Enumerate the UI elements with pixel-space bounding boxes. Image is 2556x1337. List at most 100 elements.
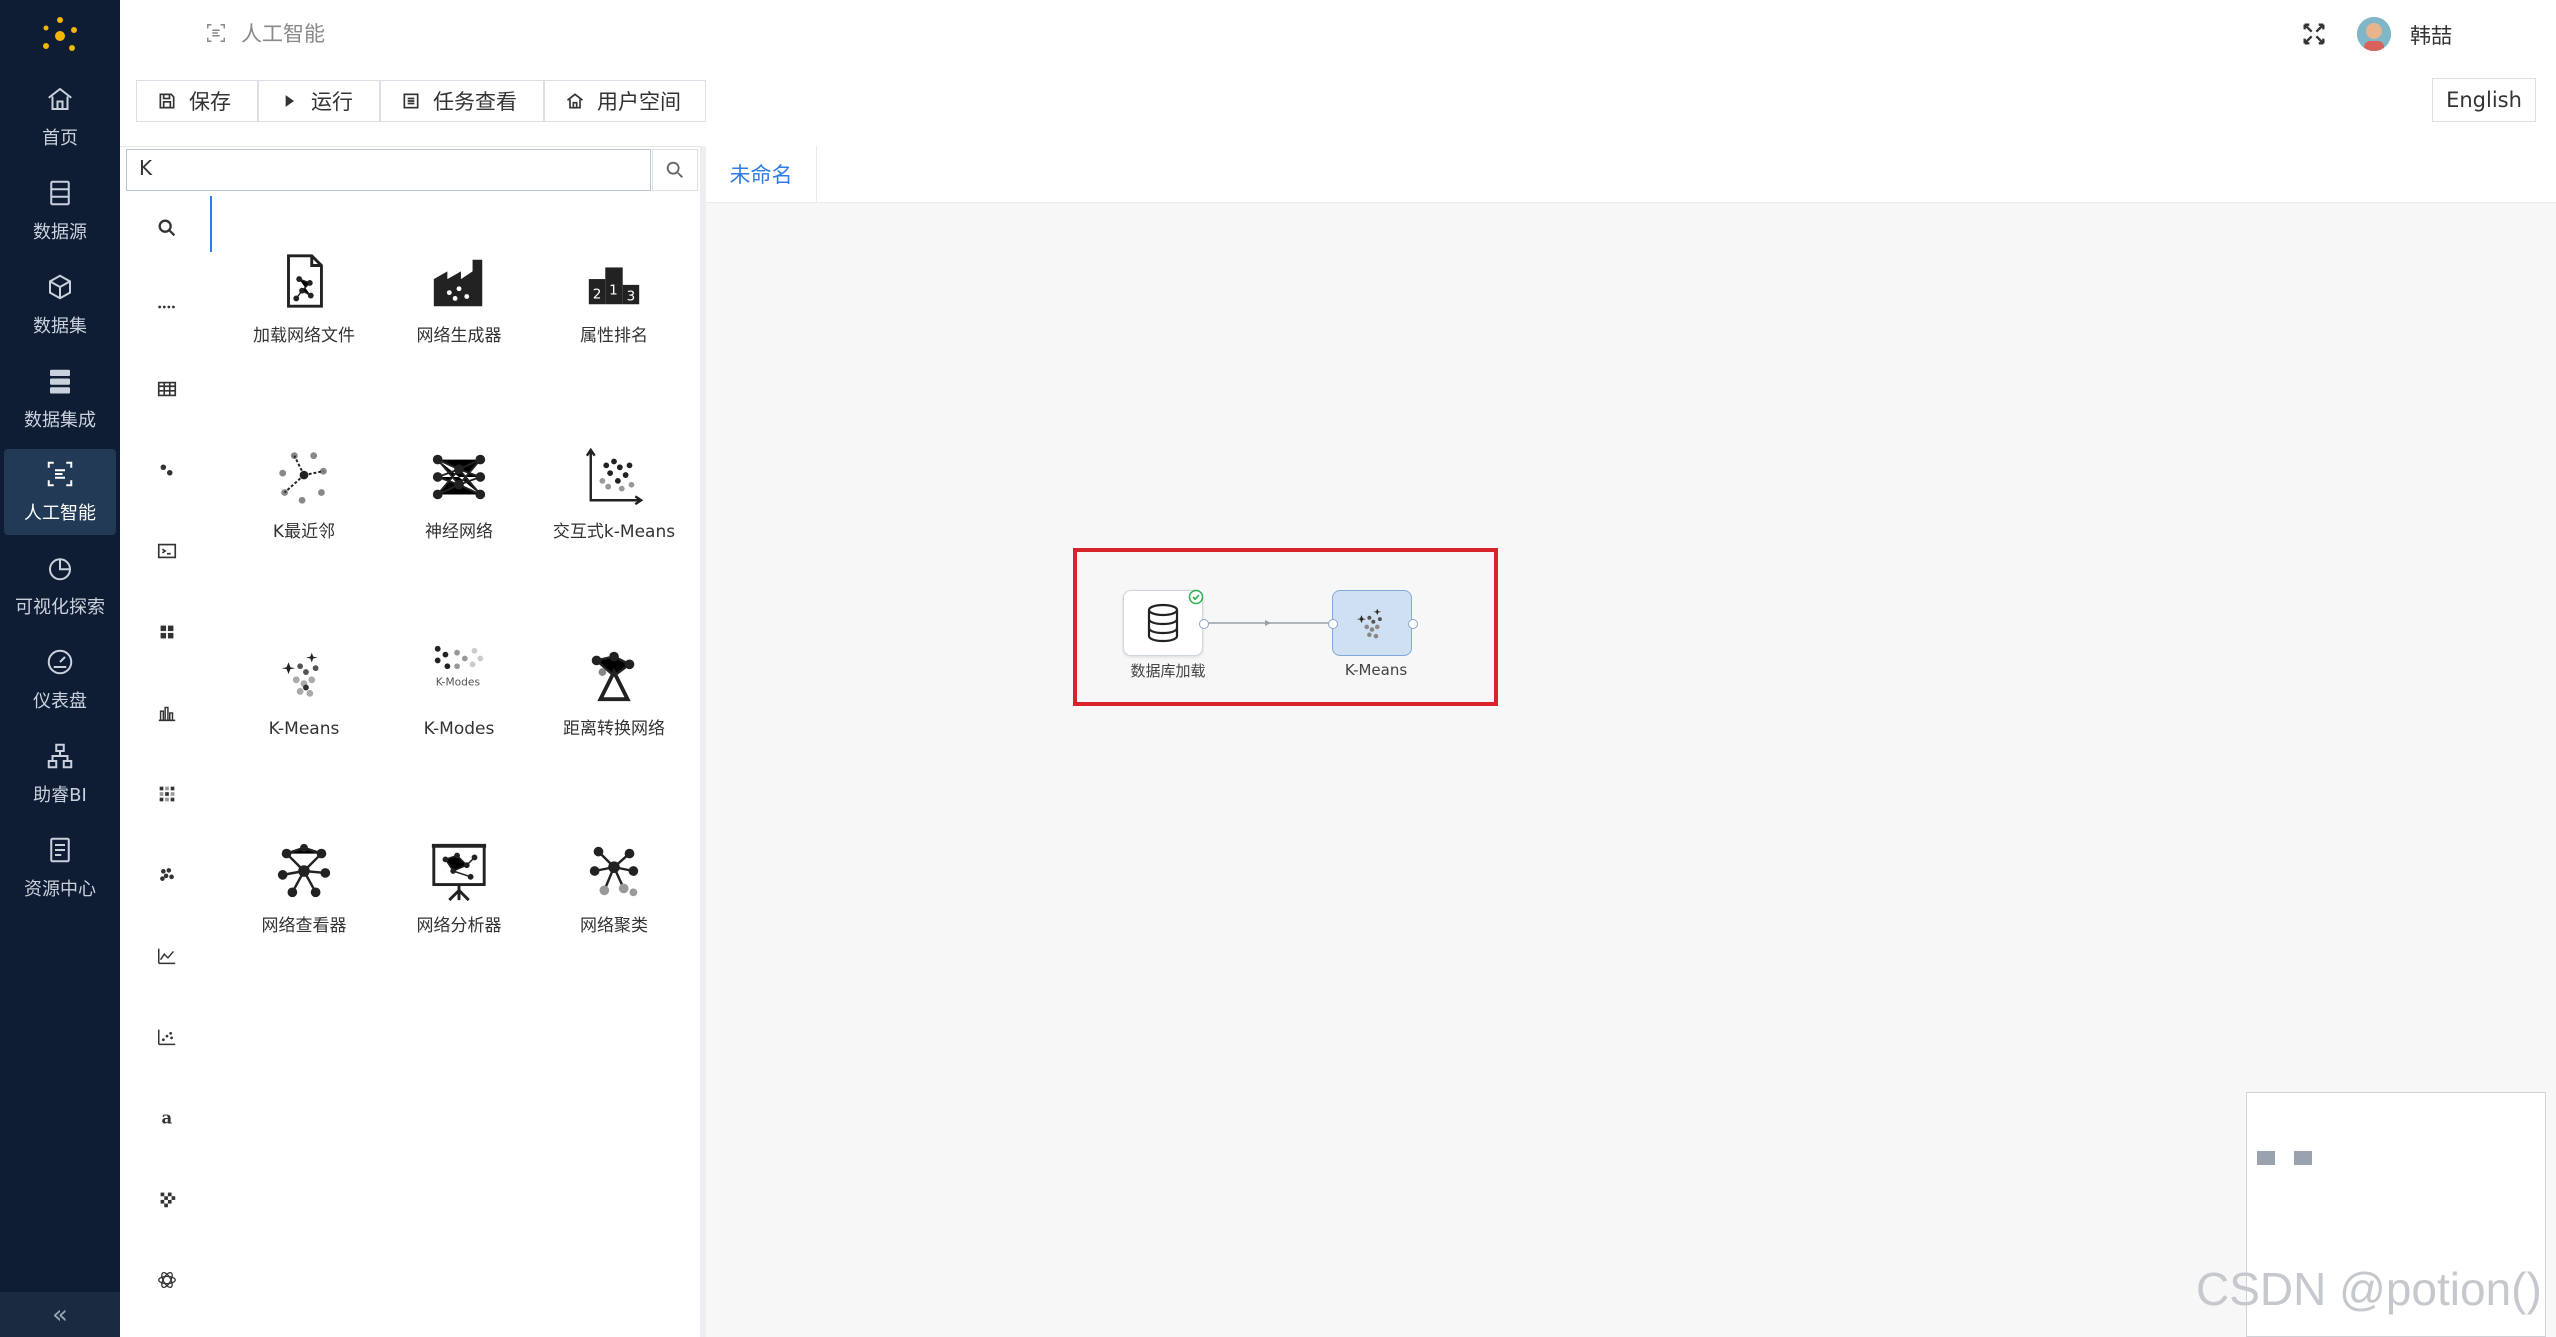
nav-item-ai[interactable]: 人工智能 — [4, 449, 116, 535]
widget-label: 网络查看器 — [261, 916, 347, 936]
node-kmeans[interactable] — [1332, 590, 1412, 656]
nav-label: 数据源 — [33, 222, 87, 243]
fullscreen-icon[interactable] — [2300, 20, 2328, 48]
pie-chart-icon — [49, 558, 71, 581]
category-bar-chart[interactable] — [150, 696, 184, 730]
scatter-icon — [158, 1029, 176, 1046]
minimap-node — [2294, 1151, 2312, 1165]
widget-search-input[interactable]: K — [126, 149, 651, 191]
minimap-node — [2257, 1151, 2275, 1165]
category-dots[interactable] — [150, 290, 184, 324]
knn-icon — [279, 452, 327, 504]
save-button[interactable]: 保存 — [136, 80, 258, 122]
widget-knn[interactable]: K最近邻 — [229, 446, 379, 548]
nav-item-home[interactable]: 首页 — [0, 74, 120, 160]
nav-label: 首页 — [42, 128, 78, 149]
nav-item-datasource[interactable]: 数据源 — [0, 168, 120, 254]
task-view-button[interactable]: 任务查看 — [380, 80, 544, 122]
nav-item-data-integration[interactable]: 数据集成 — [0, 356, 120, 442]
nav-item-resource-center[interactable]: 资源中心 — [0, 825, 120, 911]
dots-icon — [158, 305, 175, 309]
widget-network-clustering[interactable]: 网络聚类 — [539, 840, 689, 942]
widget-label: 网络聚类 — [580, 916, 648, 936]
task-view-button-label: 任务查看 — [433, 90, 517, 114]
widget-label: 神经网络 — [425, 522, 493, 542]
widget-kmodes[interactable]: K-Modes K-Modes — [384, 643, 534, 745]
home-icon — [566, 93, 584, 109]
widget-network-viewer[interactable]: 网络查看器 — [229, 840, 379, 942]
user-space-button[interactable]: 用户空间 — [544, 80, 706, 122]
resource-icon — [50, 837, 70, 863]
language-button[interactable]: English — [2432, 78, 2536, 122]
network-clustering-icon — [589, 846, 639, 897]
run-button-label: 运行 — [311, 90, 353, 114]
nav-item-visual-explore[interactable]: 可视化探索 — [0, 543, 120, 629]
checker-icon — [160, 1192, 176, 1208]
status-ok-icon — [1188, 589, 1204, 605]
neural-network-icon — [432, 454, 486, 500]
widget-attribute-ranking[interactable]: 213 属性排名 — [539, 250, 689, 352]
distance-network-icon — [591, 651, 635, 702]
category-scatter[interactable] — [150, 1020, 184, 1054]
widget-network-analyzer[interactable]: 网络分析器 — [384, 840, 534, 942]
app-logo[interactable] — [36, 12, 84, 60]
widget-label: 网络分析器 — [416, 916, 502, 936]
widget-distance-to-network[interactable]: 距离转换网络 — [539, 643, 689, 745]
category-line-chart[interactable] — [150, 939, 184, 973]
data-integration-icon — [50, 369, 70, 394]
org-chart-icon — [47, 743, 73, 769]
nav-item-bi[interactable]: 助睿BI — [0, 731, 120, 817]
category-strip — [120, 196, 213, 1337]
kmeans-icon — [1356, 608, 1382, 639]
collapse-sidebar-button[interactable]: « — [0, 1292, 120, 1337]
run-button[interactable]: 运行 — [258, 80, 380, 122]
output-port[interactable] — [1199, 619, 1209, 629]
connection-link[interactable] — [1203, 615, 1333, 631]
category-heatmap[interactable] — [150, 777, 184, 811]
widget-label: K最近邻 — [272, 522, 336, 542]
category-cluster[interactable] — [150, 858, 184, 892]
database-icon — [1147, 603, 1179, 643]
category-text[interactable]: a — [150, 1101, 184, 1135]
search-icon — [158, 219, 176, 237]
search-button[interactable] — [652, 149, 698, 191]
nav-label: 资源中心 — [24, 879, 96, 900]
nav-item-dashboard[interactable]: 仪表盘 — [0, 637, 120, 723]
network-viewer-icon — [277, 843, 331, 898]
interactive-kmeans-icon — [585, 447, 644, 506]
table-icon — [157, 381, 177, 397]
widget-interactive-kmeans[interactable]: 交互式k-Means — [539, 446, 689, 548]
category-transform[interactable] — [150, 453, 184, 487]
widget-label: 加载网络文件 — [253, 326, 355, 346]
widget-load-network-file[interactable]: 加载网络文件 — [229, 250, 379, 352]
nav-item-dataset[interactable]: 数据集 — [0, 262, 120, 348]
output-port[interactable] — [1408, 619, 1418, 629]
ai-icon — [207, 24, 225, 42]
category-table[interactable] — [150, 372, 184, 406]
tab-untitled[interactable]: 未命名 — [706, 146, 817, 202]
avatar[interactable] — [2357, 17, 2391, 51]
widget-kmeans[interactable]: K-Means — [229, 643, 379, 745]
nav-label: 可视化探索 — [15, 597, 105, 618]
category-search[interactable] — [150, 211, 184, 245]
dataset-cube-icon — [49, 274, 71, 300]
widget-network-generator[interactable]: 网络生成器 — [384, 250, 534, 352]
line-chart-icon — [158, 948, 176, 965]
widget-label: 属性排名 — [580, 326, 648, 346]
category-atom[interactable] — [150, 1263, 184, 1297]
widget-panel — [212, 196, 700, 1337]
svg-text:a: a — [162, 1109, 173, 1128]
input-port[interactable] — [1328, 619, 1338, 629]
svg-text:2: 2 — [593, 286, 602, 302]
user-name[interactable]: 韩喆 — [2410, 20, 2452, 50]
nav-label: 助睿BI — [33, 785, 87, 806]
category-grid[interactable] — [150, 615, 184, 649]
network-generator-icon — [433, 259, 483, 307]
text-icon: a — [162, 1109, 173, 1128]
nav-label: 数据集 — [33, 316, 87, 337]
play-icon — [285, 95, 294, 107]
category-checker[interactable] — [150, 1182, 184, 1216]
category-terminal[interactable] — [150, 534, 184, 568]
list-icon — [403, 93, 419, 109]
widget-neural-network[interactable]: 神经网络 — [384, 446, 534, 548]
